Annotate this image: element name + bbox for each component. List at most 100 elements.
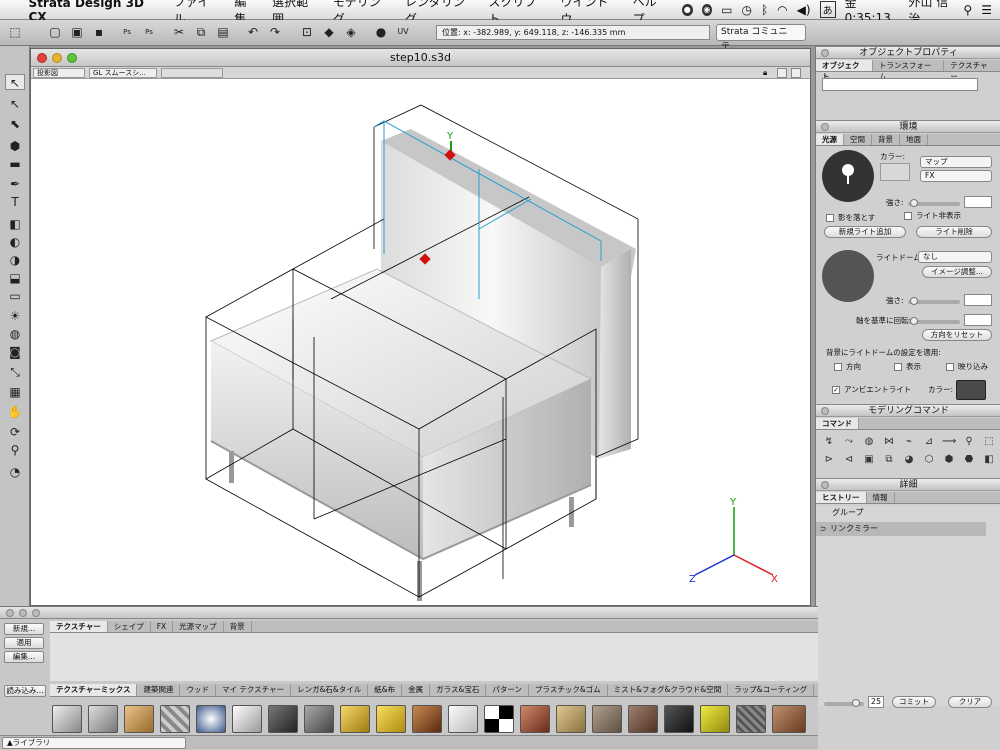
lathe-tool-icon[interactable]: ◐ [5,234,25,250]
toolbar-select-icon[interactable]: ⬚ [6,24,24,40]
texture-swatch[interactable] [448,705,478,733]
community-dropdown[interactable]: Strata コミュニテ… [716,24,806,52]
bevel-tool-icon[interactable]: ⬓ [5,270,25,286]
pen-tool-icon[interactable]: ✒ [5,176,25,192]
path-tool-icon[interactable]: ⤡ [5,364,25,380]
tab-light[interactable]: 光源 [816,134,844,145]
ambient-color-swatch[interactable] [956,380,986,400]
light-dome-preview[interactable] [822,250,874,302]
tab-commands[interactable]: コマンド [816,418,859,429]
history-slider[interactable] [824,699,864,707]
delete-light-button[interactable]: ライト削除 [916,226,992,238]
texture-swatch[interactable] [376,705,406,733]
command-sphere-icon[interactable]: ◍ [862,436,876,448]
tab-space[interactable]: 空間 [844,134,872,145]
shadow-checkbox[interactable] [826,214,834,222]
commit-button[interactable]: コミット [892,696,936,708]
texture-swatch[interactable] [196,705,226,733]
tab-library-fx[interactable]: FX [151,621,174,632]
lock-icon[interactable]: 🔒︎ [763,68,773,78]
tab-ground[interactable]: 地面 [900,134,928,145]
ambient-checkbox[interactable]: ✓ [832,386,840,394]
command-extend-icon[interactable]: ◧ [982,454,996,466]
texture-swatch[interactable] [628,705,658,733]
object-properties-header[interactable]: オブジェクトプロパティ [816,46,1000,59]
view-navigation-control[interactable] [161,68,223,78]
texture-swatch[interactable] [412,705,442,733]
rotate-slider[interactable] [908,317,960,325]
strength-field[interactable] [964,196,992,208]
projection-dropdown[interactable]: 投影図 [33,68,85,78]
status-icon[interactable]: ● [681,3,693,16]
tab-info[interactable]: 情報 [867,492,895,503]
hide-light-checkbox[interactable] [904,212,912,220]
cut-icon[interactable]: ✂ [170,24,188,40]
command-path-icon[interactable]: ⟿ [942,436,956,448]
paste-icon[interactable]: ▤ [214,24,232,40]
texture-swatch[interactable] [232,705,262,733]
library-close-icon[interactable] [6,609,14,617]
measure-tool-icon[interactable]: ▭ [5,288,25,304]
category-paper-cloth[interactable]: 紙&布 [368,684,403,696]
object-name-field[interactable] [822,78,978,91]
eyedropper-tool-icon[interactable]: ◔ [5,464,25,480]
primitive-tool-icon[interactable]: ⬢ [5,138,25,154]
command-mesh-icon[interactable]: ⊲ [842,454,856,466]
command-link-icon[interactable]: ⚲ [962,436,976,448]
command-explode-icon[interactable]: ⬢ [942,454,956,466]
library-apply-button[interactable]: 適用 [4,637,44,649]
volume-icon[interactable]: ◀) [797,3,811,17]
modeling-commands-header[interactable]: モデリングコマンド [816,404,1000,417]
library-zoom-icon[interactable] [32,609,40,617]
rotate-view-tool-icon[interactable]: ⟳ [5,424,25,440]
zoom-tool-icon[interactable]: ⚲ [5,442,25,458]
3d-viewport[interactable]: Y Y X Z [31,79,810,605]
texture-swatch[interactable] [340,705,370,733]
texture-swatch[interactable] [52,705,82,733]
hand-tool-icon[interactable]: ✋ [5,404,25,420]
bluetooth-icon[interactable]: ᛒ [761,3,768,17]
category-texture-mix[interactable]: テクスチャーミックス [50,684,138,696]
library-new-button[interactable]: 新規... [4,623,44,635]
command-duplicate-icon[interactable]: ⧉ [882,454,896,466]
category-wood[interactable]: ウッド [180,684,216,696]
category-glass-gem[interactable]: ガラス&宝石 [430,684,487,696]
reflect-checkbox[interactable] [946,363,954,371]
input-method[interactable]: あ [819,1,836,18]
dome-strength-slider[interactable] [908,297,960,305]
category-mist-fog-cloud[interactable]: ミスト&フォグ&クラウド&空間 [608,684,729,696]
command-deform-icon[interactable]: ⊳ [822,454,836,466]
texture-swatch[interactable] [772,705,806,733]
details-header[interactable]: 詳細 [816,478,1000,491]
command-cube-icon[interactable]: ▣ [862,454,876,466]
spotlight-icon[interactable]: ⚲ [963,3,972,17]
render-region-icon[interactable]: ◈ [342,24,360,40]
command-paint-icon[interactable]: ◕ [902,454,916,466]
library-edit-button[interactable]: 編集... [4,651,44,663]
map-dropdown[interactable]: マップ [920,156,992,168]
render-mode-dropdown[interactable]: GL スムースシ... [89,68,157,78]
command-skin-icon[interactable]: ⬚ [982,436,996,448]
category-sf[interactable]: SF [814,684,818,696]
command-taper-icon[interactable]: ⊿ [922,436,936,448]
close-panel-icon[interactable] [821,123,829,131]
close-panel-icon[interactable] [821,407,829,415]
texture-swatch[interactable] [124,705,154,733]
texture-swatch[interactable] [556,705,586,733]
add-light-button[interactable]: 新規ライト追加 [824,226,906,238]
texture-swatch[interactable] [592,705,622,733]
category-metal[interactable]: 金属 [402,684,431,696]
uv-icon[interactable]: UV [394,24,412,40]
fx-dropdown[interactable]: FX [920,170,992,182]
grid-tool-icon[interactable]: ▦ [5,384,25,400]
save-icon[interactable]: ▪ [90,24,108,40]
tab-library-lightmap[interactable]: 光源マップ [173,621,224,632]
category-architecture[interactable]: 建築関連 [137,684,181,696]
texture-swatch[interactable] [484,705,514,733]
camera-tool-icon[interactable]: ◙ [5,344,25,360]
command-boolean-icon[interactable]: ⬡ [922,454,936,466]
texture-swatch[interactable] [88,705,118,733]
direction-checkbox[interactable] [834,363,842,371]
fit-view-icon[interactable]: ⊡ [298,24,316,40]
undo-icon[interactable]: ↶ [244,24,262,40]
